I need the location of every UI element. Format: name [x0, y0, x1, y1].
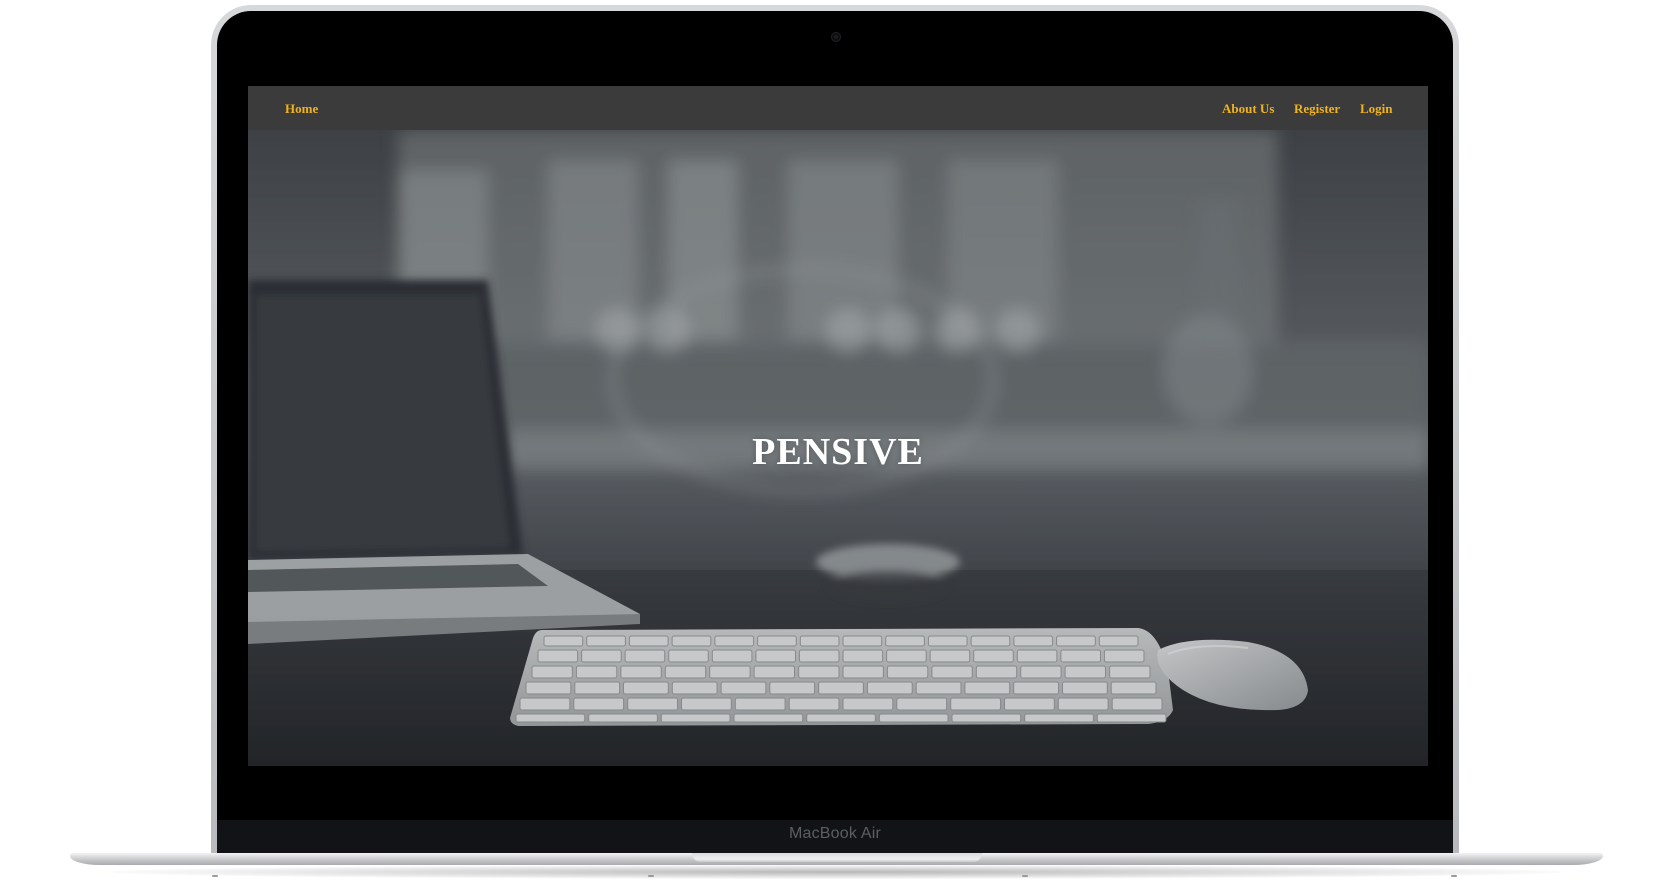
laptop-foot [1451, 875, 1457, 877]
hero-title: PENSIVE [752, 431, 924, 473]
laptop-foot [212, 875, 218, 877]
camera-icon [832, 33, 840, 41]
nav-register-link[interactable]: Register [1294, 101, 1340, 117]
laptop-screen: Home About Us Register Login PENSIVE [248, 86, 1428, 766]
laptop-foot [648, 875, 654, 877]
device-mockup: MacBook Air Home About Us Register Login [0, 0, 1666, 896]
device-shadow [110, 865, 1563, 879]
nav-login-link[interactable]: Login [1360, 101, 1393, 117]
navbar: Home About Us Register Login [248, 86, 1428, 130]
device-brand-label: MacBook Air [788, 825, 881, 842]
nav-home-link[interactable]: Home [285, 101, 318, 117]
laptop-opening-notch [692, 853, 982, 862]
nav-about-link[interactable]: About Us [1222, 101, 1274, 117]
laptop-foot [1022, 875, 1028, 877]
hero-section: PENSIVE [248, 130, 1428, 766]
